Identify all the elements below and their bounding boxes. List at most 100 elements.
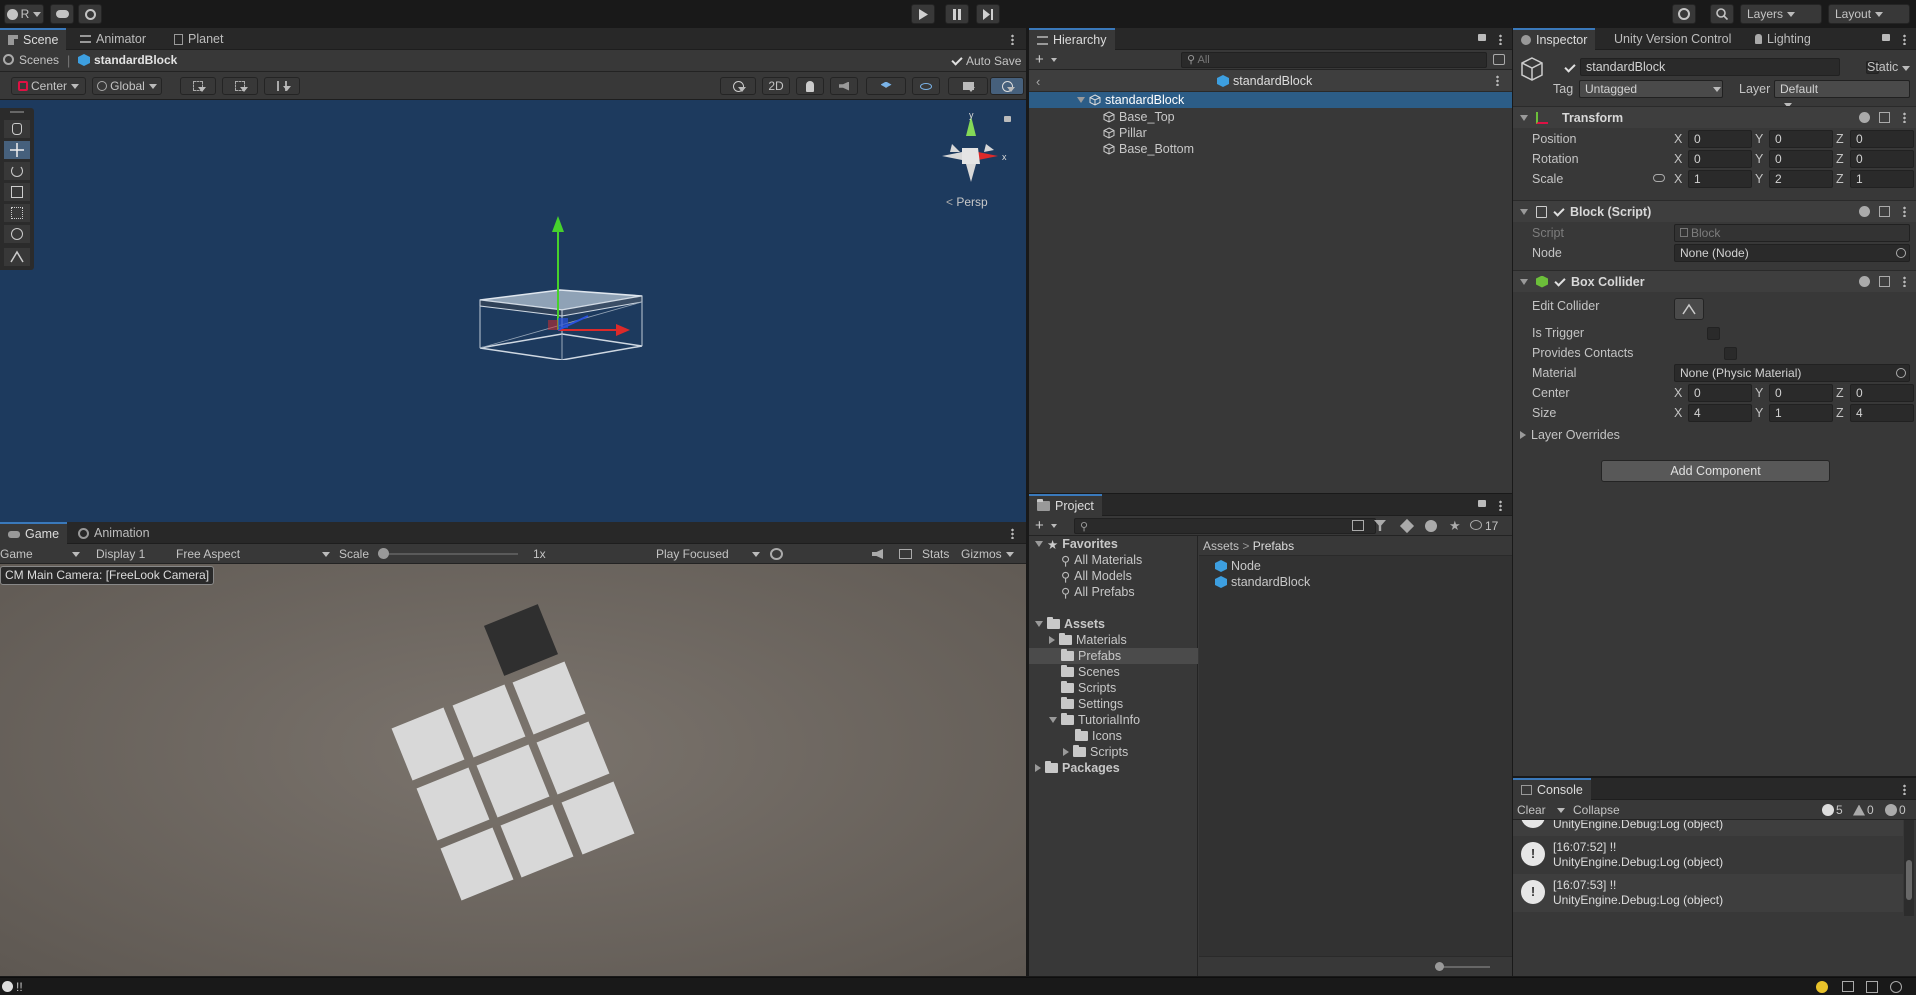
assets-node[interactable]: Assets: [1035, 616, 1105, 632]
favorite-item[interactable]: ⚲ All Models: [1061, 568, 1132, 584]
scale-z-field[interactable]: 1: [1850, 170, 1914, 188]
move-tool-button[interactable]: [4, 141, 30, 159]
create-icon[interactable]: +: [1035, 517, 1044, 534]
log-filter-toggle[interactable]: 5: [1822, 803, 1843, 817]
console-entry[interactable]: UnityEngine.Debug:Log (object): [1513, 820, 1903, 836]
error-filter-toggle[interactable]: 0: [1885, 803, 1906, 817]
lighting-toggle[interactable]: [796, 77, 824, 95]
selected-block-gizmo[interactable]: [470, 210, 650, 360]
hierarchy-item[interactable]: Pillar: [1103, 125, 1147, 141]
folder-item[interactable]: Scripts: [1063, 744, 1128, 760]
lock-icon[interactable]: [1004, 116, 1011, 122]
hand-tool-button[interactable]: [4, 120, 30, 138]
tab-inspector[interactable]: Inspector: [1513, 28, 1596, 50]
favorite-item[interactable]: ⚲ All Materials: [1061, 552, 1142, 568]
play-mode-dropdown[interactable]: Play Focused: [656, 547, 760, 561]
link-icon[interactable]: [1653, 174, 1665, 182]
block-enabled-checkbox[interactable]: [1552, 205, 1565, 218]
progress-icon[interactable]: [1816, 981, 1828, 993]
rotation-x-field[interactable]: 0: [1688, 150, 1752, 168]
tab-planet[interactable]: Planet: [166, 28, 231, 50]
tab-game[interactable]: Game: [0, 522, 68, 544]
scene-viewport[interactable]: y x < Persp: [0, 100, 1026, 522]
hierarchy-search-input[interactable]: ⚲ All: [1181, 52, 1487, 68]
star-icon[interactable]: ★: [1449, 518, 1461, 534]
expand-arrow-icon[interactable]: [1077, 97, 1085, 103]
help-icon[interactable]: [1859, 206, 1870, 217]
bug-icon[interactable]: [770, 548, 783, 560]
lock-icon[interactable]: [1478, 34, 1486, 41]
console-entry[interactable]: ! [16:07:52] !! UnityEngine.Debug:Log (o…: [1513, 836, 1903, 874]
folder-item[interactable]: Icons: [1075, 728, 1122, 744]
tab-console[interactable]: Console: [1513, 778, 1591, 800]
scale-slider[interactable]: [378, 548, 518, 559]
history-button[interactable]: [1672, 4, 1696, 24]
is-trigger-checkbox[interactable]: [1707, 327, 1721, 340]
breadcrumb-scenes[interactable]: Scenes: [19, 53, 59, 67]
center-x-field[interactable]: 0: [1688, 384, 1752, 402]
preset-icon[interactable]: [1879, 206, 1890, 217]
custom-tool-button[interactable]: [4, 248, 30, 266]
edit-collider-button[interactable]: [1674, 298, 1704, 320]
component-menu-icon[interactable]: [1903, 112, 1906, 123]
increment-snap-button[interactable]: [264, 77, 300, 95]
help-icon[interactable]: [1859, 112, 1870, 123]
effects-toggle[interactable]: [866, 77, 906, 95]
scene-visibility-icon[interactable]: [1493, 54, 1505, 65]
icon-size-slider-thumb[interactable]: [1435, 962, 1444, 971]
center-y-field[interactable]: 0: [1769, 384, 1833, 402]
center-z-field[interactable]: 0: [1850, 384, 1914, 402]
game-menu-icon[interactable]: [1011, 528, 1014, 539]
grid-toggle-icon[interactable]: [899, 549, 912, 559]
position-z-field[interactable]: 0: [1850, 130, 1914, 148]
size-y-field[interactable]: 1: [1769, 404, 1833, 422]
pause-button[interactable]: [945, 4, 969, 24]
collab-status-icon[interactable]: [1890, 981, 1902, 993]
size-z-field[interactable]: 4: [1850, 404, 1914, 422]
scale-tool-button[interactable]: [4, 183, 30, 201]
layout-dropdown[interactable]: Layout: [1828, 4, 1910, 24]
hierarchy-item[interactable]: standardBlock: [1029, 92, 1512, 108]
orientation-gizmo[interactable]: y x: [938, 112, 1008, 190]
object-name-field[interactable]: standardBlock: [1580, 58, 1840, 76]
cache-icon[interactable]: [1842, 981, 1854, 992]
pivot-dropdown[interactable]: Center: [11, 77, 86, 95]
audio-toggle[interactable]: [830, 77, 858, 95]
position-x-field[interactable]: 0: [1688, 130, 1752, 148]
transform-header[interactable]: Transform: [1513, 106, 1916, 128]
stats-button[interactable]: Stats: [922, 547, 949, 561]
size-x-field[interactable]: 4: [1688, 404, 1752, 422]
camera-settings-button[interactable]: [948, 77, 988, 95]
console-scrollbar-thumb[interactable]: [1906, 860, 1912, 900]
hierarchy-item[interactable]: Base_Bottom: [1103, 141, 1194, 157]
help-icon[interactable]: [1859, 276, 1870, 287]
expand-arrow-icon[interactable]: [1520, 431, 1526, 439]
folder-item[interactable]: Settings: [1061, 696, 1123, 712]
tab-animator[interactable]: Animator: [72, 28, 154, 50]
label-icon[interactable]: [1399, 518, 1415, 534]
folder-item[interactable]: Scenes: [1061, 664, 1120, 680]
step-button[interactable]: [976, 4, 1000, 24]
hidden-objects-toggle[interactable]: [912, 77, 940, 95]
search-button[interactable]: [1710, 4, 1734, 24]
component-menu-icon[interactable]: [1903, 206, 1906, 217]
object-picker-icon[interactable]: [1896, 368, 1906, 378]
static-dropdown[interactable]: [1898, 60, 1910, 75]
folder-item[interactable]: Scripts: [1061, 680, 1116, 696]
gizmos-dropdown[interactable]: Gizmos: [961, 547, 1025, 561]
rotation-z-field[interactable]: 0: [1850, 150, 1914, 168]
active-checkbox[interactable]: [1563, 61, 1576, 74]
game-viewport[interactable]: CM Main Camera: [FreeLook Camera]: [0, 564, 1026, 976]
file-item[interactable]: Node: [1215, 558, 1261, 574]
toggle-2d-button[interactable]: 2D: [762, 77, 790, 95]
box-collider-header[interactable]: Box Collider: [1513, 270, 1916, 292]
expand-arrow-icon[interactable]: [1520, 278, 1528, 285]
debug-mode-icon[interactable]: [1866, 981, 1878, 993]
game-view-dropdown[interactable]: Game: [0, 547, 84, 561]
lock-icon[interactable]: [1478, 500, 1486, 507]
provides-contacts-checkbox[interactable]: [1723, 347, 1737, 360]
rect-tool-button[interactable]: [4, 204, 30, 222]
gizmos-toggle[interactable]: [990, 77, 1024, 95]
layer-overrides-foldout[interactable]: Layer Overrides: [1520, 428, 1620, 442]
add-component-button[interactable]: Add Component: [1601, 460, 1830, 482]
